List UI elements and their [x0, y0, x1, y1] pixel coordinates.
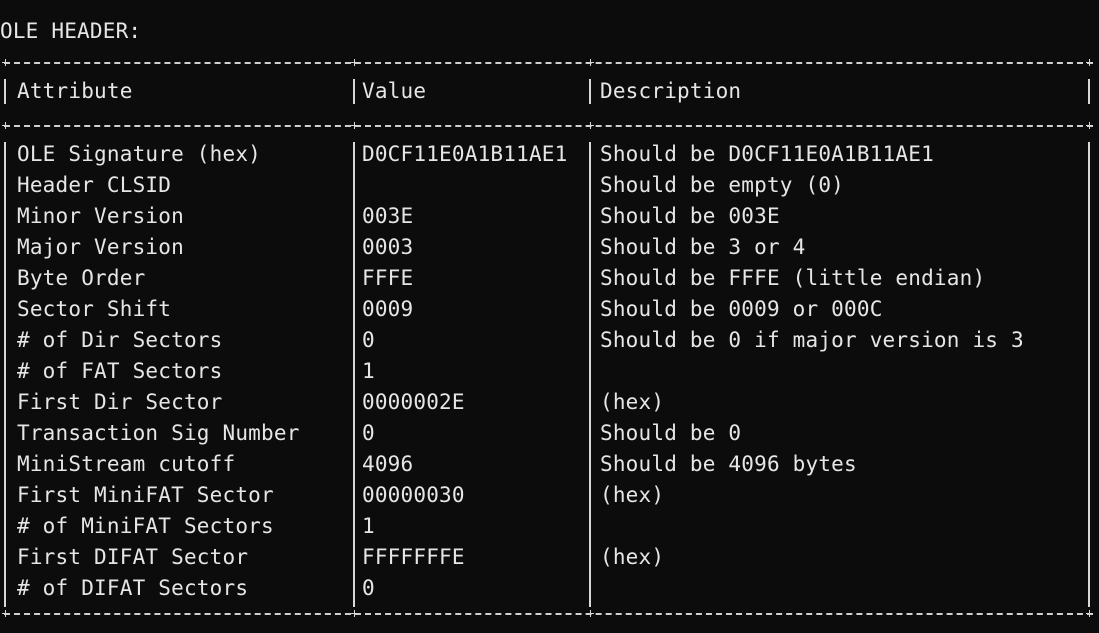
table-row: First Dir Sector 0000002E (hex) [0, 387, 1099, 418]
cell-value: D0CF11E0A1B11AE1 [362, 142, 568, 166]
table-corner [1086, 610, 1093, 617]
cell-description [600, 356, 1084, 387]
table-row: # of Dir Sectors 0 Should be 0 if major ve… [0, 325, 1099, 356]
cell-value: FFFE [362, 266, 414, 290]
table-corner [2, 59, 9, 66]
column-separator [4, 79, 6, 104]
cell-value: 0 [362, 421, 375, 445]
cell-attribute: Header CLSID [17, 173, 172, 197]
table-row: # of FAT Sectors 1 [0, 356, 1099, 387]
table-row: OLE Signature (hex) D0CF11E0A1B11AE1 Shoul… [0, 139, 1099, 170]
table-row: # of DIFAT Sectors 0 [0, 573, 1099, 604]
table-corner [351, 610, 358, 617]
header-attribute: Attribute [17, 79, 133, 103]
table-corner [1086, 122, 1093, 129]
cell-value: 1 [362, 359, 375, 383]
cell-attribute: # of DIFAT Sectors [17, 576, 249, 600]
cell-description: Should be 4096 bytes [600, 452, 857, 476]
table-corner [2, 122, 9, 129]
cell-value: 1 [362, 514, 375, 538]
table-corner [587, 610, 594, 617]
table-row: # of MiniFAT Sectors 1 [0, 511, 1099, 542]
cell-description: Should be 0 [600, 421, 742, 445]
page-title: OLE HEADER: [0, 19, 142, 43]
table-bottom-border [4, 613, 1093, 615]
column-separator [1088, 79, 1090, 104]
cell-attribute: Transaction Sig Number [17, 421, 300, 445]
cell-attribute: Minor Version [17, 204, 184, 228]
table-row: Transaction Sig Number 0 Should be 0 [0, 418, 1099, 449]
cell-description: Should be 003E [600, 204, 780, 228]
table-corner [351, 122, 358, 129]
column-separator [589, 79, 591, 104]
cell-value: 0 [362, 576, 375, 600]
cell-description: (hex) [600, 390, 665, 414]
cell-description: Should be 0009 or 000C [600, 297, 883, 321]
cell-description: (hex) [600, 545, 665, 569]
cell-value: 0009 [362, 297, 414, 321]
cell-description: Should be 3 or 4 [600, 235, 806, 259]
cell-attribute: Sector Shift [17, 297, 172, 321]
cell-attribute: # of Dir Sectors [17, 328, 223, 352]
cell-value: 003E [362, 204, 414, 228]
cell-attribute: First Dir Sector [17, 390, 223, 414]
cell-attribute: Byte Order [17, 266, 146, 290]
cell-value [362, 170, 590, 201]
column-separator [1088, 142, 1090, 607]
console-window: OLE HEADER: Attribute Value Description OLE… [0, 0, 1099, 633]
cell-attribute: MiniStream cutoff [17, 452, 236, 476]
table-row: Minor Version 003E Should be 003E [0, 201, 1099, 232]
cell-attribute: First MiniFAT Sector [17, 483, 274, 507]
cell-attribute: Major Version [17, 235, 184, 259]
cell-description: Should be empty (0) [600, 173, 845, 197]
cell-description: Should be D0CF11E0A1B11AE1 [600, 142, 934, 166]
table-row: MiniStream cutoff 4096 Should be 4096 byte… [0, 449, 1099, 480]
table-corner [587, 122, 594, 129]
header-value: Value [362, 79, 427, 103]
cell-value: 0003 [362, 235, 414, 259]
cell-description: Should be FFFE (little endian) [600, 266, 986, 290]
table-row: Header CLSID Should be empty (0) [0, 170, 1099, 201]
cell-description: Should be 0 if major version is 3 [600, 328, 1024, 352]
table-corner [587, 59, 594, 66]
cell-description [600, 573, 1084, 604]
cell-attribute: # of MiniFAT Sectors [17, 514, 274, 538]
cell-description [600, 511, 1084, 542]
table-row: Sector Shift 0009 Should be 0009 or 000C [0, 294, 1099, 325]
table-row: First DIFAT Sector FFFFFFFE (hex) [0, 542, 1099, 573]
header-description: Description [600, 79, 742, 103]
column-separator [353, 79, 355, 104]
column-separator [589, 142, 591, 607]
table-row: First MiniFAT Sector 00000030 (hex) [0, 480, 1099, 511]
table-row: Major Version 0003 Should be 3 or 4 [0, 232, 1099, 263]
cell-value: 0 [362, 328, 375, 352]
table-header-border [4, 125, 1093, 127]
cell-description: (hex) [600, 483, 665, 507]
table-top-border [4, 62, 1093, 64]
table-row: Byte Order FFFE Should be FFFE (little end… [0, 263, 1099, 294]
cell-value: FFFFFFFE [362, 545, 465, 569]
table-corner [2, 610, 9, 617]
table-corner [1086, 59, 1093, 66]
table-header-row: Attribute Value Description [0, 76, 1099, 107]
cell-attribute: # of FAT Sectors [17, 359, 223, 383]
cell-value: 00000030 [362, 483, 465, 507]
column-separator [353, 142, 355, 607]
cell-value: 4096 [362, 452, 414, 476]
cell-attribute: First DIFAT Sector [17, 545, 249, 569]
table-corner [351, 59, 358, 66]
cell-attribute: OLE Signature (hex) [17, 142, 262, 166]
column-separator [4, 142, 6, 607]
cell-value: 0000002E [362, 390, 465, 414]
